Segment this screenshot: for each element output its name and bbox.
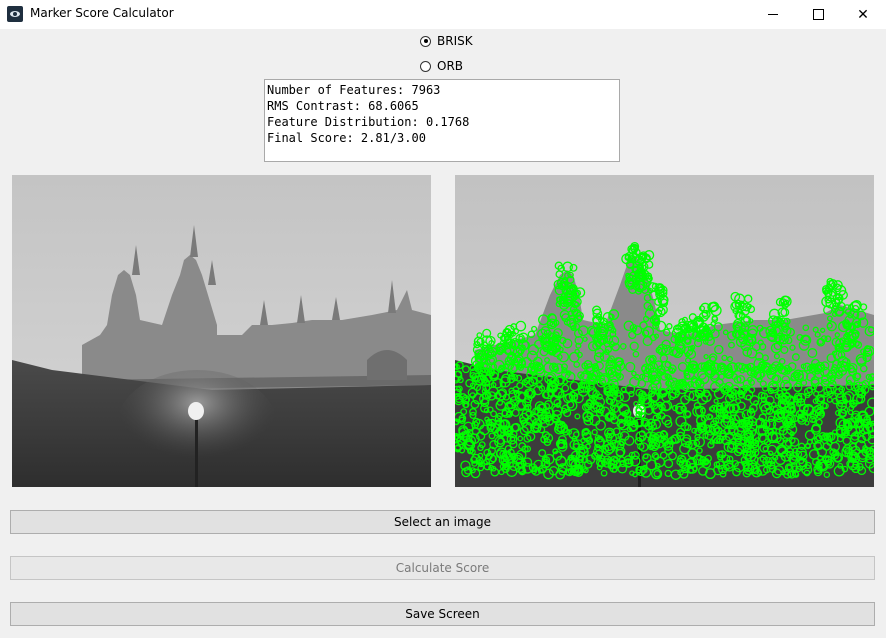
close-button[interactable]: ✕ (840, 0, 886, 29)
close-icon: ✕ (857, 6, 869, 23)
radio-orb-label: ORB (437, 59, 464, 73)
minimize-icon (768, 14, 778, 15)
radio-brisk-indicator[interactable] (420, 35, 431, 47)
maximize-icon (812, 9, 824, 20)
window-title: Marker Score Calculator (30, 6, 174, 20)
radio-brisk[interactable]: BRISK (420, 34, 473, 48)
radio-brisk-label: BRISK (437, 34, 473, 48)
keypoints-image (455, 175, 874, 487)
radio-orb[interactable]: ORB (420, 59, 463, 73)
result-features: Number of Features: 7963 (267, 83, 441, 97)
calculate-score-button[interactable]: Calculate Score (10, 556, 875, 580)
minimize-button[interactable] (750, 0, 796, 29)
results-textbox[interactable]: Number of Features: 7963 RMS Contrast: 68… (264, 79, 620, 162)
original-image (12, 175, 431, 487)
select-image-button[interactable]: Select an image (10, 510, 875, 534)
save-screen-button[interactable]: Save Screen (10, 602, 875, 626)
original-image-drawing (12, 175, 431, 487)
radio-orb-indicator[interactable] (420, 60, 431, 72)
title-bar: Marker Score Calculator ✕ (0, 0, 886, 29)
result-final-score: Final Score: 2.81/3.00 (267, 131, 426, 145)
keypoints-image-drawing (455, 175, 874, 487)
result-contrast: RMS Contrast: 68.6065 (267, 99, 419, 113)
app-eye-icon (7, 6, 23, 22)
maximize-button[interactable] (795, 0, 841, 29)
result-distribution: Feature Distribution: 0.1768 (267, 115, 470, 129)
